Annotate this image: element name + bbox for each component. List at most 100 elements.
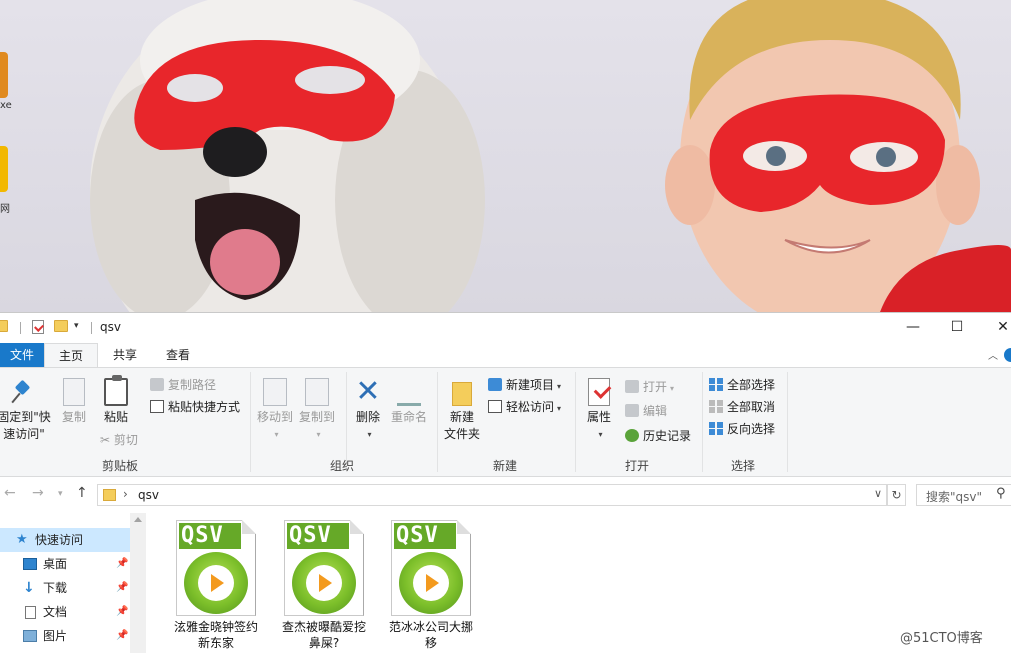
chevron-down-icon: ▾	[598, 430, 603, 439]
invert-selection-button[interactable]: 反向选择	[709, 421, 775, 437]
file-item[interactable]: QSV 范冰冰公司大挪 移	[381, 520, 481, 651]
group-label-open: 打开	[624, 459, 649, 473]
pin-icon[interactable]: 📌	[116, 600, 128, 624]
new-folder-icon[interactable]	[54, 320, 68, 332]
nav-item-desktop[interactable]: 桌面 📌	[0, 552, 130, 576]
nav-item-documents[interactable]: 文档 📌	[0, 600, 130, 624]
select-all-button[interactable]: 全部选择	[709, 377, 775, 393]
divider	[20, 322, 21, 334]
quick-access-toolbar-dropdown[interactable]: ▾	[74, 321, 79, 331]
rename-button[interactable]: 重命名	[388, 378, 430, 426]
paste-shortcut-button[interactable]: 粘贴快捷方式	[150, 399, 240, 415]
qsv-badge: QSV	[394, 523, 456, 549]
button-label: 复制到	[298, 410, 335, 424]
cut-button[interactable]: ✂ 剪切	[100, 432, 138, 448]
scissors-icon: ✂	[100, 433, 114, 447]
select-none-button[interactable]: 全部取消	[709, 399, 775, 415]
divider	[787, 372, 788, 472]
copy-to-button[interactable]: 复制到 ▾	[296, 378, 338, 443]
copy-to-icon	[305, 378, 329, 406]
button-label: 属性	[586, 410, 611, 424]
new-folder-button[interactable]: 新建 文件夹	[440, 378, 484, 443]
button-label: 重命名	[390, 410, 427, 424]
recent-locations-dropdown[interactable]: ▾	[58, 489, 63, 499]
refresh-button[interactable]: ↻	[887, 484, 906, 506]
history-button[interactable]: 历史记录	[625, 428, 691, 444]
open-icon	[625, 380, 639, 393]
properties-icon[interactable]	[32, 320, 44, 334]
paste-icon	[104, 375, 128, 406]
select-none-icon	[709, 400, 723, 413]
nav-item-quick-access[interactable]: ★ 快速访问	[0, 528, 130, 552]
nav-item-label: 图片	[43, 629, 68, 643]
tab-view[interactable]: 查看	[152, 343, 204, 368]
address-dropdown-icon[interactable]: ∨	[874, 487, 882, 500]
search-input[interactable]: 搜索"qsv" ⚲	[916, 484, 1011, 506]
maximize-button[interactable]: ☐	[934, 313, 980, 341]
easy-access-button[interactable]: 轻松访问 ▾	[488, 399, 561, 417]
desktop-app-icon[interactable]	[0, 52, 8, 98]
move-to-button[interactable]: 移动到 ▾	[254, 378, 296, 443]
close-button[interactable]: ✕	[980, 313, 1011, 341]
breadcrumb-current[interactable]: qsv	[138, 488, 159, 502]
qsv-badge: QSV	[179, 523, 241, 549]
window-title: qsv	[100, 320, 121, 334]
breadcrumb-chevron-icon[interactable]: ›	[123, 487, 128, 501]
file-item[interactable]: QSV 查杰被曝酷爱挖 鼻屎?	[274, 520, 374, 651]
document-icon	[25, 606, 36, 619]
title-bar[interactable]: ▾ qsv — ☐ ✕	[0, 313, 1011, 341]
nav-item-pictures[interactable]: 图片 📌	[0, 624, 130, 648]
pin-icon	[11, 378, 37, 406]
pin-icon[interactable]: 📌	[116, 624, 128, 648]
delete-button[interactable]: ✕ 删除 ▾	[350, 377, 386, 443]
forward-arrow-icon[interactable]: →	[32, 485, 44, 501]
nav-item-label: 文档	[43, 605, 68, 619]
copy-button[interactable]: 复制	[56, 378, 92, 426]
group-label-new: 新建	[492, 459, 517, 473]
open-button[interactable]: 打开 ▾	[625, 379, 674, 397]
copy-path-icon	[150, 378, 164, 391]
new-item-button[interactable]: 新建项目 ▾	[488, 377, 561, 395]
tab-share[interactable]: 共享	[100, 343, 150, 368]
button-label: 轻松访问	[506, 400, 555, 414]
collapse-ribbon-icon[interactable]: ︿	[988, 347, 998, 362]
easy-access-icon	[488, 400, 502, 413]
button-label: 移动到	[256, 410, 293, 424]
search-icon[interactable]: ⚲	[996, 486, 1006, 501]
divider	[437, 372, 438, 472]
tab-home[interactable]: 主页	[44, 343, 98, 368]
pin-icon[interactable]: 📌	[116, 552, 128, 576]
paste-button[interactable]: 粘贴	[98, 375, 134, 426]
pin-to-quick-access-button[interactable]: 固定到"快 速访问"	[0, 378, 52, 443]
file-name: 范冰冰公司大挪 移	[381, 619, 481, 651]
ribbon: 固定到"快 速访问" 复制 粘贴 复制路径 粘贴快捷方式 ✂ 剪切 剪贴板 移动…	[0, 367, 1011, 477]
back-arrow-icon[interactable]: ←	[4, 485, 16, 501]
properties-icon	[588, 378, 610, 406]
chevron-down-icon: ▾	[367, 430, 372, 439]
nav-item-downloads[interactable]: ↓ 下载 📌	[0, 576, 130, 600]
tab-file[interactable]: 文件	[0, 343, 44, 368]
desktop-app-icon[interactable]	[0, 146, 8, 192]
search-placeholder: 搜索"qsv"	[926, 490, 983, 504]
folder-icon	[103, 489, 116, 501]
minimize-button[interactable]: —	[890, 313, 936, 341]
pin-icon[interactable]: 📌	[116, 576, 128, 600]
qsv-file-icon: QSV	[176, 520, 256, 616]
edit-button[interactable]: 编辑	[625, 403, 667, 419]
copy-path-button[interactable]: 复制路径	[150, 377, 216, 393]
button-label: 反向选择	[727, 422, 776, 436]
select-all-icon	[709, 378, 723, 391]
desktop-icon	[23, 558, 37, 570]
properties-button[interactable]: 属性 ▾	[580, 378, 618, 443]
file-item[interactable]: QSV 泫雅金晓钟签约 新东家	[166, 520, 266, 651]
desktop-icon-label: xe	[0, 100, 12, 111]
group-label-organize: 组织	[329, 459, 354, 473]
file-name-line: 鼻屎?	[308, 636, 340, 650]
up-arrow-icon[interactable]: ↑	[76, 485, 88, 501]
help-icon[interactable]	[1004, 348, 1011, 362]
nav-pane-scrollbar[interactable]	[130, 513, 146, 653]
invert-selection-icon	[709, 422, 723, 435]
file-name-line: 移	[424, 636, 437, 650]
address-bar[interactable]: › qsv ∨	[97, 484, 887, 506]
button-label: 全部取消	[727, 400, 776, 414]
